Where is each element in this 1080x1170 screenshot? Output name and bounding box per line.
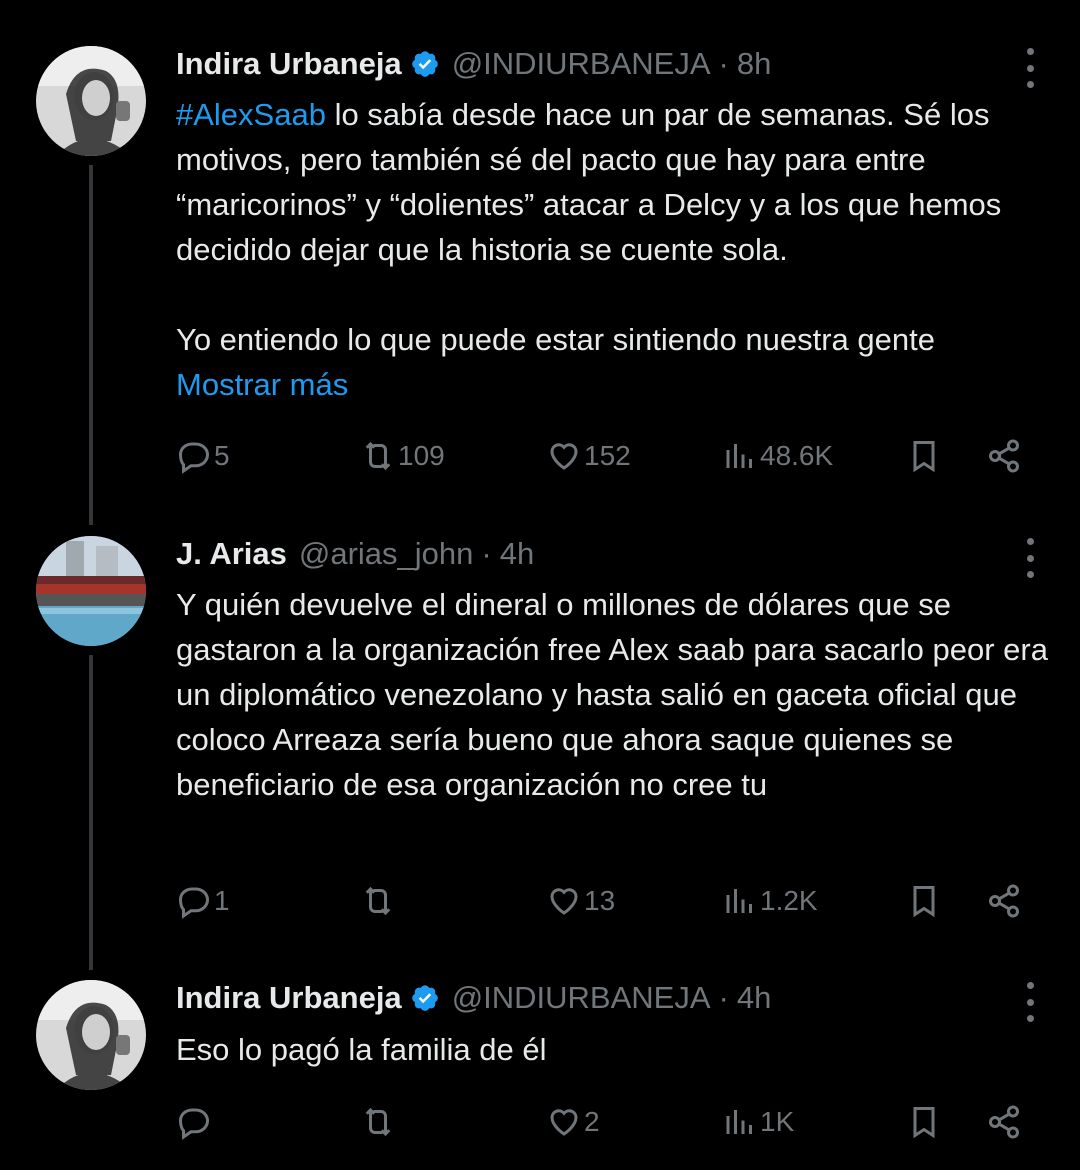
tweet-actions: 2 1K bbox=[176, 1098, 1036, 1146]
share-button[interactable] bbox=[986, 1098, 1022, 1146]
retweet-icon bbox=[365, 441, 391, 471]
reply-button[interactable]: 1 bbox=[176, 877, 230, 925]
display-name[interactable]: Indira Urbaneja bbox=[176, 980, 402, 1016]
timestamp[interactable]: 4h bbox=[500, 536, 534, 572]
bookmark-button[interactable] bbox=[906, 877, 942, 925]
reply-icon bbox=[178, 887, 210, 919]
tweet-header: Indira Urbaneja @INDIURBANEJA · 8h bbox=[176, 44, 771, 84]
retweet-button[interactable] bbox=[360, 1098, 398, 1146]
avatar[interactable] bbox=[36, 536, 146, 646]
views-icon bbox=[726, 1110, 752, 1134]
user-handle[interactable]: @INDIURBANEJA bbox=[452, 46, 711, 82]
tweet-text: #AlexSaab lo sabía desde hace un par de … bbox=[176, 92, 1056, 407]
verified-badge-icon bbox=[411, 51, 438, 77]
reply-icon bbox=[178, 442, 210, 474]
reply-icon bbox=[178, 1108, 210, 1140]
avatar[interactable] bbox=[36, 46, 146, 156]
tweet-actions: 1 13 1.2K bbox=[176, 877, 1036, 925]
retweet-button[interactable] bbox=[360, 877, 398, 925]
share-icon bbox=[989, 884, 1019, 918]
heart-icon bbox=[550, 888, 578, 915]
share-icon bbox=[989, 439, 1019, 473]
retweet-icon bbox=[365, 886, 391, 916]
bookmark-icon bbox=[913, 886, 935, 918]
separator-dot: · bbox=[718, 46, 729, 81]
like-button[interactable]: 2 bbox=[546, 1098, 600, 1146]
like-count: 13 bbox=[584, 885, 616, 916]
avatar[interactable] bbox=[36, 980, 146, 1090]
user-handle[interactable]: @arias_john bbox=[299, 536, 474, 572]
like-button[interactable]: 13 bbox=[546, 877, 615, 925]
bookmark-button[interactable] bbox=[906, 1098, 942, 1146]
bookmark-icon bbox=[913, 441, 935, 473]
views-icon bbox=[726, 444, 752, 468]
display-name[interactable]: Indira Urbaneja bbox=[176, 46, 402, 82]
bookmark-icon bbox=[913, 1107, 935, 1139]
tweet-text: Y quién devuelve el dineral o millones d… bbox=[176, 582, 1056, 807]
view-count: 1.2K bbox=[760, 885, 818, 916]
separator-dot: · bbox=[718, 980, 729, 1015]
user-handle[interactable]: @INDIURBANEJA bbox=[452, 980, 711, 1016]
tweet-header: J. Arias @arias_john · 4h bbox=[176, 534, 534, 574]
reply-button[interactable] bbox=[176, 1098, 214, 1146]
share-button[interactable] bbox=[986, 877, 1022, 925]
reply-count: 5 bbox=[214, 440, 230, 471]
retweet-button[interactable]: 109 bbox=[360, 432, 445, 480]
more-options-icon[interactable] bbox=[1024, 538, 1036, 578]
share-button[interactable] bbox=[986, 432, 1022, 480]
timestamp[interactable]: 8h bbox=[737, 46, 771, 82]
retweet-icon bbox=[365, 1107, 391, 1137]
heart-icon bbox=[550, 443, 578, 470]
separator-dot: · bbox=[481, 536, 492, 571]
tweet[interactable]: J. Arias @arias_john · 4h Y quién devuel… bbox=[0, 500, 1080, 970]
more-options-icon[interactable] bbox=[1024, 48, 1036, 88]
tweet-text-body: Eso lo pagó la familia de él bbox=[176, 1032, 547, 1067]
display-name[interactable]: J. Arias bbox=[176, 536, 287, 572]
more-options-icon[interactable] bbox=[1024, 982, 1036, 1022]
tweet-actions: 5 109 152 48.6K bbox=[176, 432, 1036, 480]
tweet-text: Eso lo pagó la familia de él bbox=[176, 1027, 1056, 1072]
views-button[interactable]: 1K bbox=[722, 1098, 794, 1146]
share-icon bbox=[989, 1105, 1019, 1139]
like-button[interactable]: 152 bbox=[546, 432, 631, 480]
timestamp[interactable]: 4h bbox=[737, 980, 771, 1016]
reply-count: 1 bbox=[214, 885, 230, 916]
views-button[interactable]: 1.2K bbox=[722, 877, 818, 925]
tweet[interactable]: Indira Urbaneja @INDIURBANEJA · 4h Eso l… bbox=[0, 970, 1080, 1170]
view-count: 48.6K bbox=[760, 440, 834, 471]
hashtag-link[interactable]: #AlexSaab bbox=[176, 97, 326, 132]
retweet-count: 109 bbox=[398, 440, 445, 471]
bookmark-button[interactable] bbox=[906, 432, 942, 480]
tweet-header: Indira Urbaneja @INDIURBANEJA · 4h bbox=[176, 978, 771, 1018]
verified-badge-icon bbox=[411, 985, 438, 1011]
tweet-text-body: Y quién devuelve el dineral o millones d… bbox=[176, 587, 1048, 802]
views-icon bbox=[726, 889, 752, 913]
tweet-text-paragraph: Yo entiendo lo que puede estar sintiendo… bbox=[176, 322, 935, 357]
view-count: 1K bbox=[760, 1106, 795, 1137]
tweet[interactable]: Indira Urbaneja @INDIURBANEJA · 8h #Alex… bbox=[0, 0, 1080, 500]
like-count: 152 bbox=[584, 440, 631, 471]
like-count: 2 bbox=[584, 1106, 600, 1137]
views-button[interactable]: 48.6K bbox=[722, 432, 833, 480]
reply-button[interactable]: 5 bbox=[176, 432, 230, 480]
show-more-link[interactable]: Mostrar más bbox=[176, 362, 1056, 407]
heart-icon bbox=[550, 1109, 578, 1136]
